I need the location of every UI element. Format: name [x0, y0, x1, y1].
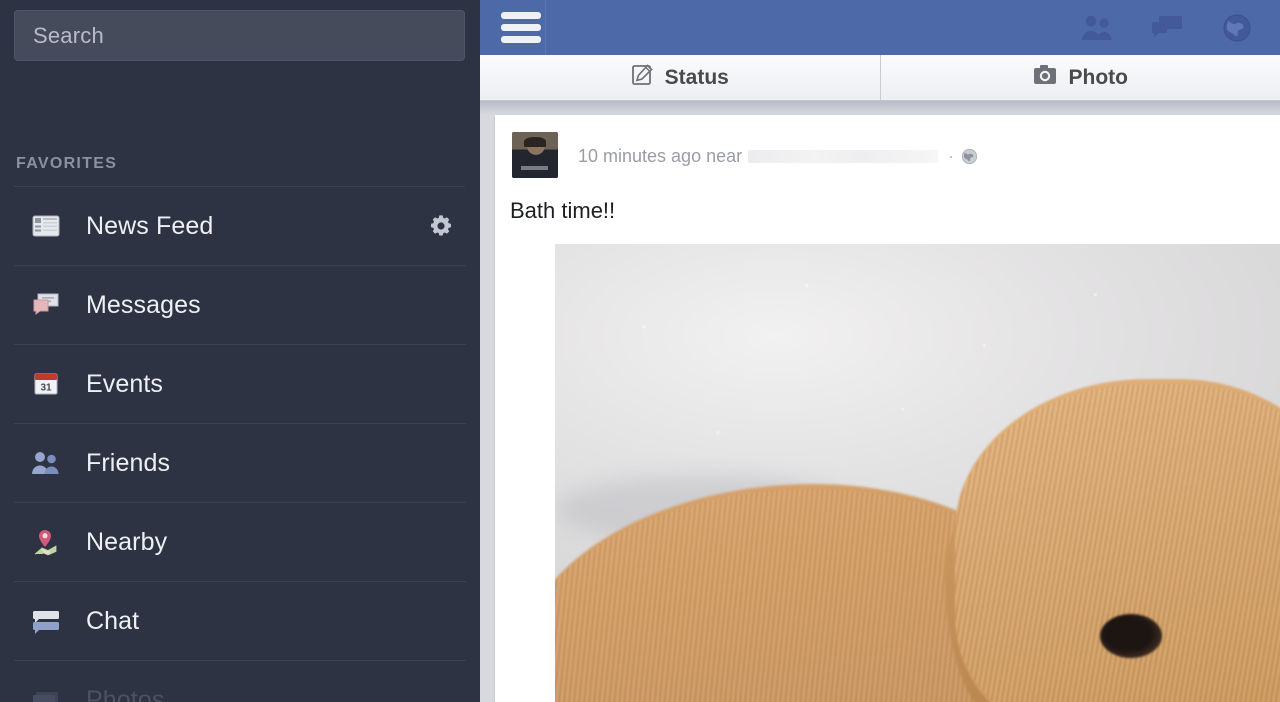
- avatar-detail: [521, 166, 548, 170]
- main-content-area: Status Photo 10 minutes ago near · Bath …: [480, 0, 1280, 702]
- sidebar-item-label: Nearby: [86, 527, 168, 556]
- calendar-icon: 31: [28, 369, 64, 399]
- sidebar-item-nearby[interactable]: Nearby: [14, 503, 466, 582]
- sidebar-item-label: Chat: [86, 606, 140, 635]
- friends-icon: [28, 448, 64, 478]
- sidebar-item-news-feed[interactable]: News Feed: [14, 187, 466, 266]
- search-input[interactable]: Search: [14, 10, 465, 61]
- tab-label: Photo: [1068, 65, 1128, 89]
- sidebar-item-label: Photos: [86, 685, 165, 702]
- sidebar-nav-list: News Feed Messages 31 Events Friends Nea…: [0, 187, 480, 702]
- topbar-divider: [545, 0, 546, 55]
- sidebar-item-events[interactable]: 31 Events: [14, 345, 466, 424]
- sidebar-item-photos[interactable]: Photos: [14, 661, 466, 702]
- camera-icon: [1033, 64, 1057, 91]
- meta-separator: ·: [948, 146, 955, 166]
- sidebar-item-friends[interactable]: Friends: [14, 424, 466, 503]
- map-pin-icon: [28, 527, 64, 557]
- post-header: 10 minutes ago near ·: [495, 115, 1280, 178]
- friend-requests-icon[interactable]: [1078, 9, 1116, 47]
- sidebar-item-label: Friends: [86, 448, 171, 477]
- post-photo[interactable]: [555, 244, 1280, 702]
- svg-text:31: 31: [40, 383, 52, 394]
- hamburger-menu-icon[interactable]: [496, 0, 546, 55]
- pencil-edit-icon: [631, 63, 653, 92]
- tab-status[interactable]: Status: [480, 55, 880, 100]
- avatar[interactable]: [512, 132, 558, 178]
- sidebar-item-chat[interactable]: Chat: [14, 582, 466, 661]
- hamburger-bar: [501, 12, 541, 19]
- topbar-actions: [1078, 0, 1270, 55]
- hamburger-bar: [501, 24, 541, 31]
- news-feed-icon: [28, 211, 64, 241]
- navigation-sidebar: Search FAVORITES News Feed Messages 31 E…: [0, 0, 480, 702]
- favorites-section-header: FAVORITES: [16, 155, 118, 172]
- post-text: Bath time!!: [510, 198, 616, 223]
- globe-public-icon: [961, 148, 978, 165]
- search-placeholder: Search: [33, 22, 104, 48]
- notifications-globe-icon[interactable]: [1218, 9, 1256, 47]
- sidebar-item-label: Messages: [86, 290, 201, 319]
- sidebar-item-label: News Feed: [86, 211, 214, 240]
- tab-photo[interactable]: Photo: [879, 55, 1280, 100]
- tab-label: Status: [664, 65, 729, 89]
- gear-icon[interactable]: [424, 209, 458, 243]
- chat-icon: [28, 606, 64, 636]
- messages-icon[interactable]: [1148, 9, 1186, 47]
- post-meta: 10 minutes ago near ·: [578, 132, 1280, 167]
- dog-eye-left: [1100, 614, 1162, 658]
- app-screen: Search FAVORITES News Feed Messages 31 E…: [0, 0, 1280, 702]
- hamburger-bar: [501, 36, 541, 43]
- post-location: [748, 150, 939, 163]
- messages-icon: [28, 290, 64, 320]
- photos-icon: [28, 685, 64, 702]
- composer-tabbar: Status Photo: [480, 55, 1280, 101]
- post-timestamp: 10 minutes ago near: [578, 146, 743, 166]
- feed-post-card: 10 minutes ago near · Bath time!!: [495, 115, 1280, 702]
- sidebar-item-messages[interactable]: Messages: [14, 266, 466, 345]
- avatar-detail: [523, 136, 547, 147]
- sidebar-item-label: Events: [86, 369, 164, 398]
- tabbar-shadow: [480, 101, 1280, 115]
- app-topbar: [480, 0, 1280, 55]
